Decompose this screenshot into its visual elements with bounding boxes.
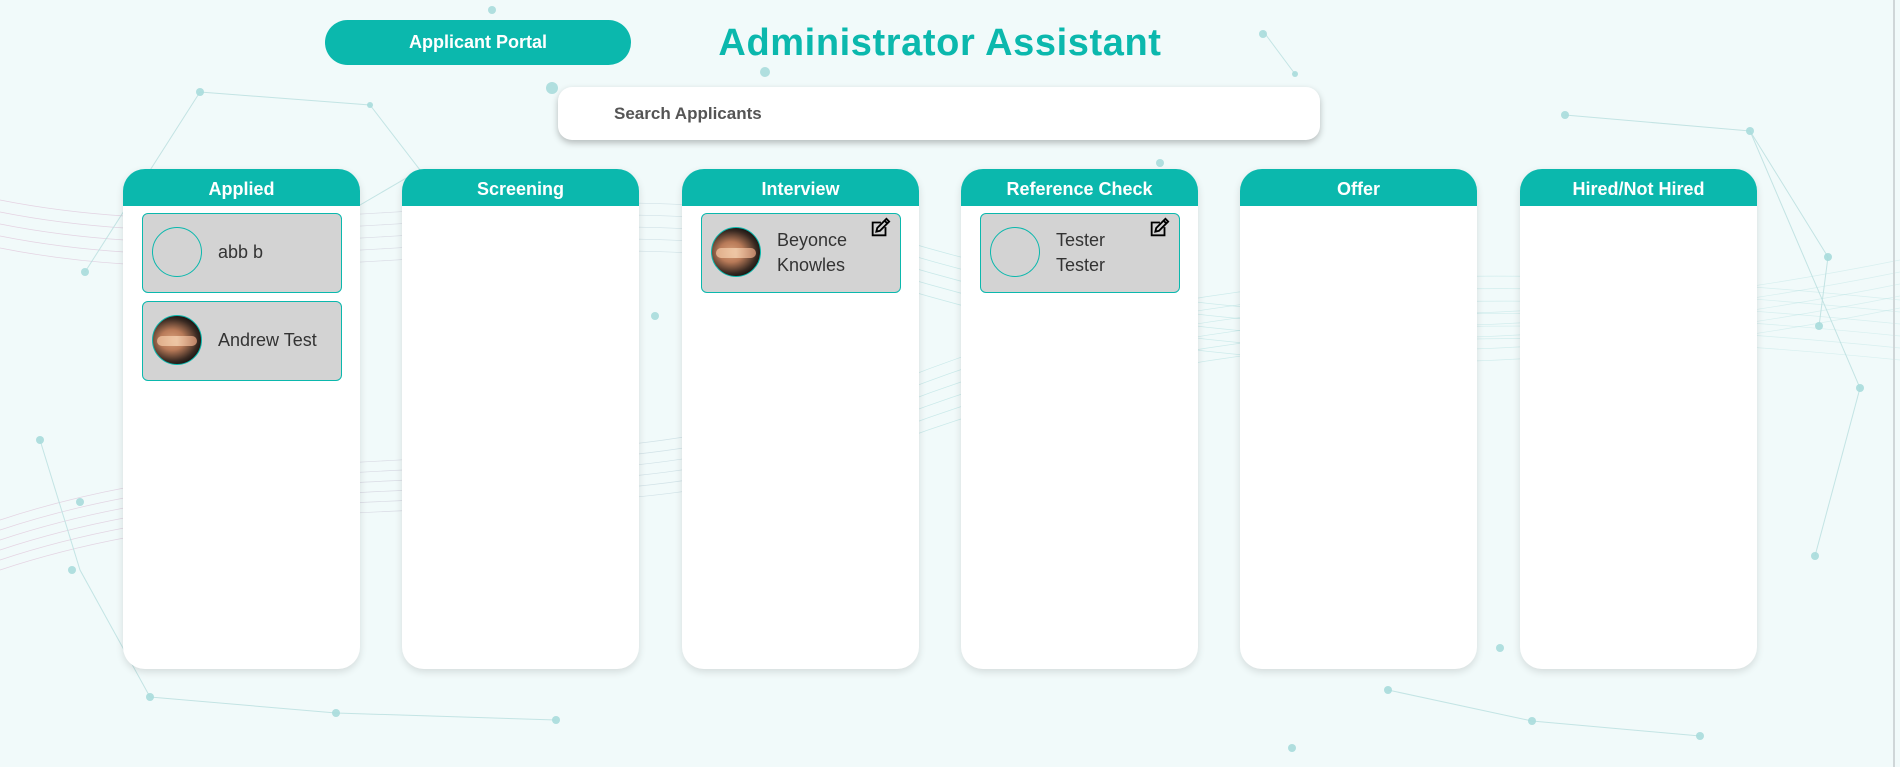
column-header: Interview (682, 169, 919, 206)
edit-icon[interactable] (1148, 217, 1170, 239)
avatar (152, 315, 202, 365)
applicant-portal-button[interactable]: Applicant Portal (325, 20, 631, 65)
column-screening: Screening (402, 169, 639, 669)
column-offer: Offer (1240, 169, 1477, 669)
applicant-name: Beyonce Knowles (777, 229, 848, 275)
applicant-card[interactable]: Andrew Test (142, 301, 342, 381)
applicant-name: Andrew Test (218, 330, 317, 350)
edit-icon[interactable] (869, 217, 891, 239)
avatar (990, 227, 1040, 277)
window-edge (1893, 0, 1895, 767)
column-header: Hired/Not Hired (1520, 169, 1757, 206)
column-header: Offer (1240, 169, 1477, 206)
applicant-card[interactable]: Tester Tester (980, 213, 1180, 293)
column-header: Reference Check (961, 169, 1198, 206)
applicant-name: Tester Tester (1056, 229, 1106, 275)
applicant-card[interactable]: Beyonce Knowles (701, 213, 901, 293)
avatar (152, 227, 202, 277)
column-applied: Applied abb b Andrew Test (123, 169, 360, 669)
column-interview: Interview Beyonce Knowles (682, 169, 919, 669)
column-header: Applied (123, 169, 360, 206)
column-hired-not-hired: Hired/Not Hired (1520, 169, 1757, 669)
column-reference-check: Reference Check Tester Tester (961, 169, 1198, 669)
search-input[interactable] (612, 102, 1256, 125)
column-header: Screening (402, 169, 639, 206)
page-title: Administrator Assistant (718, 21, 1162, 64)
applicant-name: abb b (218, 242, 264, 262)
applicant-card[interactable]: abb b (142, 213, 342, 293)
avatar (711, 227, 761, 277)
search-box (558, 87, 1320, 140)
